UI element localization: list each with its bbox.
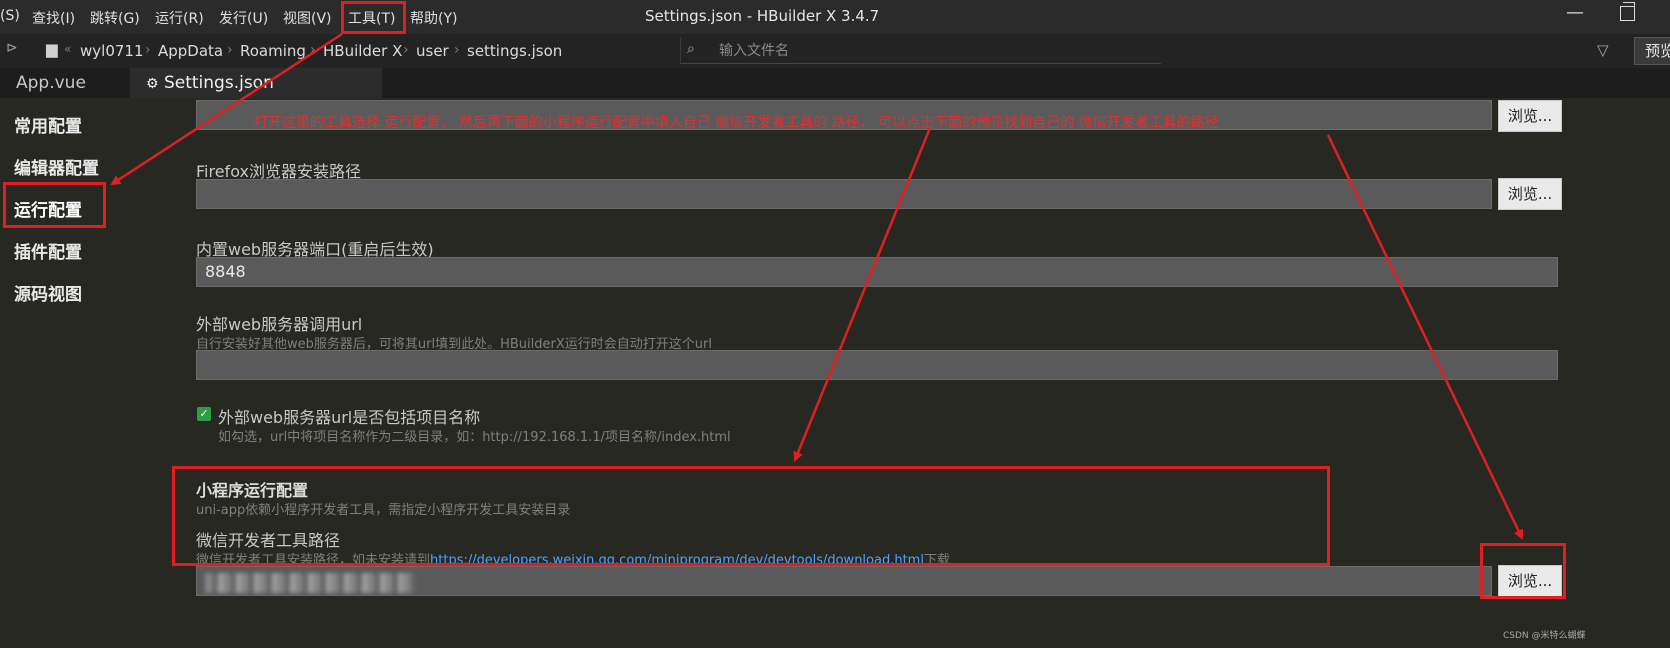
firefox-path-field[interactable] [196,179,1492,209]
menu-item-goto[interactable]: 跳转(G) [90,8,140,28]
window-title: Settings.json - HBuilder X 3.4.7 [645,7,880,25]
menu-bar: (S) 查找(I) 跳转(G) 运行(R) 发行(U) 视图(V) 工具(T) … [0,0,1670,34]
breadcrumb-item[interactable]: HBuilder X [323,42,402,60]
menu-item-help[interactable]: 帮助(Y) [410,8,457,28]
watermark-text: CSDN @米特么蝴蝶 [1503,631,1586,641]
include-project-label: 外部web服务器url是否包括项目名称 [218,408,481,427]
chevron-right-icon: › [310,42,316,58]
file-search-box: ⌕ [680,37,1161,64]
minimize-icon[interactable]: — [1566,2,1584,23]
include-project-checkbox[interactable]: ✓ [197,407,211,421]
browse-button[interactable]: 浏览... [1498,178,1562,210]
chevron-right-icon: › [227,42,233,58]
menu-item-publish[interactable]: 发行(U) [219,8,268,28]
browse-button[interactable]: 浏览... [1498,100,1562,132]
tab-bar: App.vue ⚙ Settings.json [0,68,1670,98]
tab-settings-json[interactable]: ⚙ Settings.json [130,68,382,98]
sidebar-item-plugins[interactable]: 插件配置 [14,238,82,263]
mini-program-section-hint: uni-app依赖小程序开发者工具，需指定小程序开发工具安装目录 [196,503,571,518]
chevron-right-icon: › [145,42,151,58]
folder-icon: ▆ [46,40,58,58]
tab-app-vue[interactable]: App.vue [0,68,128,98]
sidebar-item-general[interactable]: 常用配置 [14,112,82,137]
run-circle-icon[interactable]: ⊳ [6,40,18,56]
blurred-path-value [205,573,415,593]
sidebar-item-source-view[interactable]: 源码视图 [14,280,82,305]
breadcrumb-item[interactable]: Roaming [240,42,306,60]
file-search-input[interactable] [717,39,1141,63]
menu-item-find[interactable]: 查找(I) [32,8,75,28]
filter-icon[interactable]: ▽ [1597,41,1609,59]
tab-label: Settings.json [163,73,274,93]
chevron-left-icon[interactable]: « [64,42,71,56]
chevron-right-icon: › [454,42,460,58]
external-web-url-label: 外部web服务器调用url [196,315,363,334]
menu-item-tools[interactable]: 工具(T) [348,8,395,28]
web-port-field[interactable]: 8848 [196,257,1558,287]
annotation-text: 打开这里的工具选择 运行配置， 然后再下面的小程序运行配置中填入自己 微信开发者… [254,115,1219,131]
wechat-devtools-path-label: 微信开发者工具路径 [196,531,341,550]
gear-icon: ⚙ [146,76,159,92]
menu-item-search[interactable]: (S) [0,8,20,24]
breadcrumb-item[interactable]: wyl0711 [80,42,144,60]
breadcrumb-item[interactable]: AppData [158,42,223,60]
settings-content: 打开这里的工具选择 运行配置， 然后再下面的小程序运行配置中填入自己 微信开发者… [168,98,1670,648]
search-file-icon: ⌕ [687,41,695,57]
sidebar-item-editor[interactable]: 编辑器配置 [14,154,99,179]
sidebar-item-run[interactable]: 运行配置 [14,196,82,221]
breadcrumb-item[interactable]: user [416,42,449,60]
preview-button[interactable]: 预览 [1634,37,1670,65]
menu-item-view[interactable]: 视图(V) [283,8,332,28]
browse-button[interactable]: 浏览... [1498,565,1562,597]
external-web-url-field[interactable] [196,350,1558,380]
include-project-hint: 如勾选，url中将项目名称作为二级目录，如：http://192.168.1.1… [218,430,731,445]
settings-sidebar: 常用配置 编辑器配置 运行配置 插件配置 源码视图 [0,98,169,648]
chevron-right-icon: › [403,42,409,58]
wechat-devtools-path-field[interactable] [196,566,1492,596]
menu-item-run[interactable]: 运行(R) [155,8,204,28]
maximize-icon[interactable] [1620,2,1635,21]
mini-program-section-title: 小程序运行配置 [196,481,309,500]
address-bar: ⊳ ▆ « wyl0711 › AppData › Roaming › HBui… [0,34,1670,69]
breadcrumb-item[interactable]: settings.json [467,42,562,60]
